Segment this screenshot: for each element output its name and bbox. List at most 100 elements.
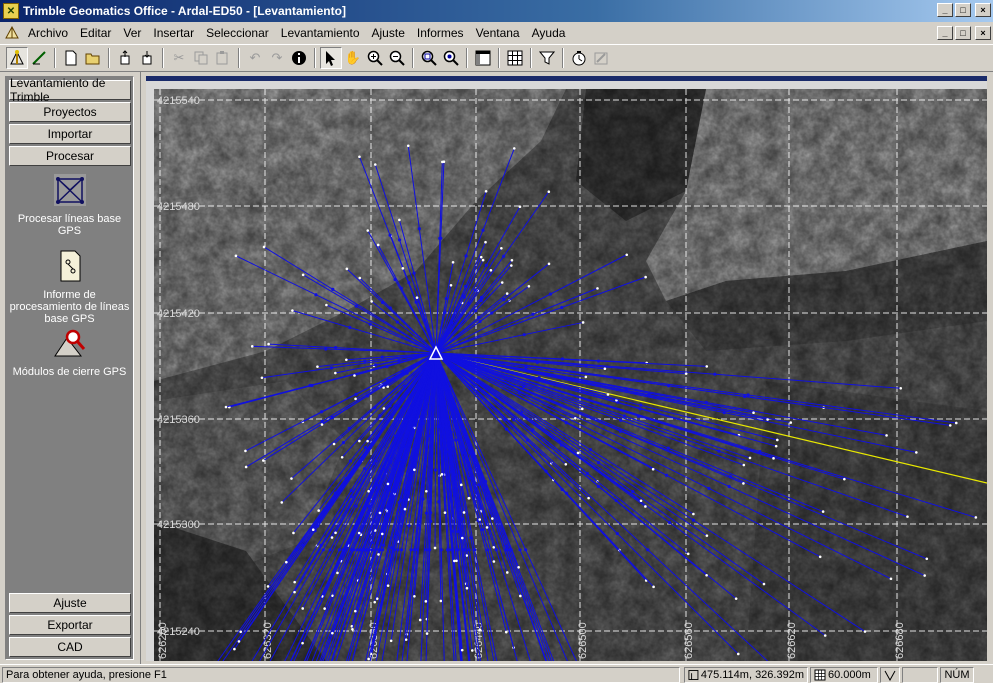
survey-point[interactable] xyxy=(510,264,513,267)
survey-point[interactable] xyxy=(293,590,296,594)
maximize-button[interactable]: □ xyxy=(955,3,971,17)
survey-point[interactable] xyxy=(734,597,738,600)
import-button[interactable] xyxy=(114,47,136,69)
doc-minimize-button[interactable]: _ xyxy=(937,26,953,40)
copy-button[interactable] xyxy=(190,47,212,69)
survey-point[interactable] xyxy=(517,565,520,569)
survey-point[interactable] xyxy=(331,631,334,635)
menu-editar[interactable]: Editar xyxy=(74,26,117,40)
survey-point[interactable] xyxy=(581,321,585,324)
survey-point[interactable] xyxy=(573,416,577,420)
survey-point[interactable] xyxy=(386,482,390,486)
menu-informes[interactable]: Informes xyxy=(411,26,470,40)
survey-point[interactable] xyxy=(285,560,288,564)
survey-point[interactable] xyxy=(373,163,377,166)
survey-point[interactable] xyxy=(376,243,380,247)
survey-point[interactable] xyxy=(512,147,516,150)
survey-point[interactable] xyxy=(686,552,690,556)
survey-point[interactable] xyxy=(380,532,384,536)
survey-point[interactable] xyxy=(418,618,422,622)
survey-point[interactable] xyxy=(351,627,354,631)
survey-point[interactable] xyxy=(479,255,483,259)
survey-point[interactable] xyxy=(357,531,361,535)
survey-point[interactable] xyxy=(406,144,410,148)
survey-point[interactable] xyxy=(510,258,514,262)
survey-point[interactable] xyxy=(266,585,270,588)
survey-point[interactable] xyxy=(354,609,357,613)
survey-point[interactable] xyxy=(325,303,328,307)
survey-point[interactable] xyxy=(863,630,867,633)
survey-point[interactable] xyxy=(244,465,248,469)
survey-point[interactable] xyxy=(742,463,746,467)
survey-point[interactable] xyxy=(692,512,695,516)
timer-button[interactable] xyxy=(568,47,590,69)
survey-point[interactable] xyxy=(440,473,444,476)
survey-point[interactable] xyxy=(316,365,319,368)
survey-point[interactable] xyxy=(492,560,496,563)
survey-point[interactable] xyxy=(564,463,568,466)
survey-point[interactable] xyxy=(442,160,446,164)
survey-point[interactable] xyxy=(451,261,455,264)
survey-point[interactable] xyxy=(465,586,469,590)
survey-point[interactable] xyxy=(403,507,407,511)
settings-button[interactable] xyxy=(590,47,612,69)
survey-point[interactable] xyxy=(354,397,357,401)
survey-point[interactable] xyxy=(424,600,428,603)
zoom-out-button[interactable] xyxy=(386,47,408,69)
plan-view[interactable]: 4215540421548042154204215360421530042152… xyxy=(146,81,987,661)
survey-point[interactable] xyxy=(489,268,493,272)
survey-point[interactable] xyxy=(433,546,437,550)
survey-point[interactable] xyxy=(484,240,487,244)
survey-point[interactable] xyxy=(652,585,655,589)
survey-point[interactable] xyxy=(378,511,382,515)
survey-point[interactable] xyxy=(345,267,349,271)
survey-point[interactable] xyxy=(762,582,766,586)
survey-point[interactable] xyxy=(906,515,909,518)
survey-point[interactable] xyxy=(823,634,827,637)
survey-point[interactable] xyxy=(449,283,453,287)
survey-point[interactable] xyxy=(290,477,293,480)
select-button[interactable] xyxy=(320,47,342,69)
survey-point[interactable] xyxy=(752,411,755,415)
menu-insertar[interactable]: Insertar xyxy=(147,26,200,40)
survey-point[interactable] xyxy=(500,247,503,250)
zoom-extents-button[interactable] xyxy=(440,47,462,69)
survey-point[interactable] xyxy=(317,509,320,512)
survey-point[interactable] xyxy=(644,275,647,279)
survey-point[interactable] xyxy=(320,423,324,426)
survey-point[interactable] xyxy=(504,630,508,634)
edit-button[interactable] xyxy=(28,47,50,69)
survey-point[interactable] xyxy=(818,555,822,559)
survey-point[interactable] xyxy=(330,536,334,539)
survey-point[interactable] xyxy=(340,455,344,459)
survey-point[interactable] xyxy=(336,571,339,575)
survey-point[interactable] xyxy=(948,424,952,427)
group-cad-button[interactable]: CAD xyxy=(9,637,131,657)
filter-button[interactable] xyxy=(536,47,558,69)
document-icon[interactable] xyxy=(4,25,20,41)
survey-point[interactable] xyxy=(332,442,336,446)
group-importar-button[interactable]: Importar xyxy=(9,124,131,144)
survey-point[interactable] xyxy=(413,594,416,598)
survey-point[interactable] xyxy=(293,580,296,584)
survey-point[interactable] xyxy=(404,638,408,641)
survey-point[interactable] xyxy=(478,518,482,521)
minimize-button[interactable]: _ xyxy=(937,3,953,17)
survey-point[interactable] xyxy=(377,553,380,556)
survey-point[interactable] xyxy=(250,345,254,348)
zoom-in-button[interactable] xyxy=(364,47,386,69)
survey-point[interactable] xyxy=(500,281,504,284)
survey-point[interactable] xyxy=(467,496,471,500)
survey-point[interactable] xyxy=(398,218,401,222)
survey-point[interactable] xyxy=(748,456,752,460)
survey-point[interactable] xyxy=(587,496,590,500)
paste-button[interactable] xyxy=(212,47,234,69)
survey-point[interactable] xyxy=(885,434,888,437)
survey-point[interactable] xyxy=(373,600,377,604)
survey-point[interactable] xyxy=(323,607,326,610)
survey-point[interactable] xyxy=(413,468,416,472)
export-button[interactable] xyxy=(136,47,158,69)
survey-point[interactable] xyxy=(367,489,370,493)
survey-point[interactable] xyxy=(366,229,370,232)
survey-point[interactable] xyxy=(291,309,294,312)
